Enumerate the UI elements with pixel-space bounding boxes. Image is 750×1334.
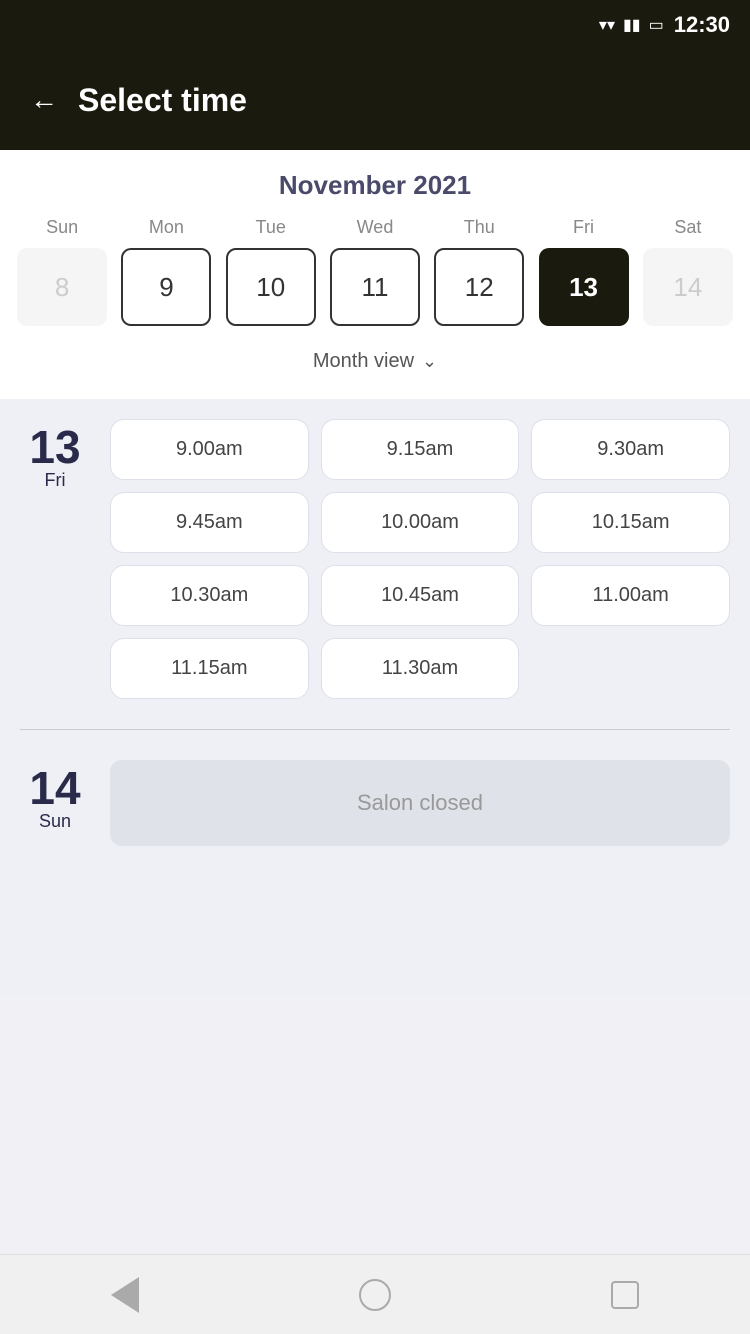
status-time: 12:30 xyxy=(674,12,730,38)
date-10[interactable]: 10 xyxy=(226,248,316,326)
calendar-section: November 2021 Sun Mon Tue Wed Thu Fri Sa… xyxy=(0,150,750,399)
weekday-sat: Sat xyxy=(643,217,733,238)
weekday-tue: Tue xyxy=(226,217,316,238)
back-icon xyxy=(111,1277,139,1313)
month-view-label: Month view xyxy=(313,350,414,373)
time-slots-section: 13 Fri 9.00am 9.15am 9.30am 9.45am 10.00… xyxy=(0,399,750,996)
date-12[interactable]: 12 xyxy=(434,248,524,326)
day-label-13: 13 Fri xyxy=(20,419,90,491)
nav-recents-button[interactable] xyxy=(607,1277,643,1313)
chevron-down-icon: ⌄ xyxy=(422,351,437,372)
time-slot-1045am[interactable]: 10.45am xyxy=(321,565,520,626)
status-bar: ▾▾ ▮▮ ▭ 12:30 xyxy=(0,0,750,50)
month-view-toggle[interactable]: Month view ⌄ xyxy=(0,340,750,389)
time-slot-900am[interactable]: 9.00am xyxy=(110,419,309,480)
salon-closed-message: Salon closed xyxy=(110,760,730,846)
time-grid-13: 9.00am 9.15am 9.30am 9.45am 10.00am 10.1… xyxy=(110,419,730,699)
day-row-13: 13 Fri 9.00am 9.15am 9.30am 9.45am 10.00… xyxy=(20,419,730,699)
time-slot-1015am[interactable]: 10.15am xyxy=(531,492,730,553)
battery-icon: ▭ xyxy=(649,15,664,35)
time-slot-1000am[interactable]: 10.00am xyxy=(321,492,520,553)
back-button[interactable]: ← xyxy=(30,84,58,116)
week-dates-row: 8 9 10 11 12 13 14 xyxy=(0,248,750,326)
wifi-icon: ▾▾ xyxy=(599,15,615,35)
time-slot-915am[interactable]: 9.15am xyxy=(321,419,520,480)
status-icons: ▾▾ ▮▮ ▭ xyxy=(599,15,664,35)
nav-back-button[interactable] xyxy=(107,1277,143,1313)
date-14[interactable]: 14 xyxy=(643,248,733,326)
weekday-headers: Sun Mon Tue Wed Thu Fri Sat xyxy=(0,217,750,238)
time-slot-930am[interactable]: 9.30am xyxy=(531,419,730,480)
bottom-navigation xyxy=(0,1254,750,1334)
weekday-wed: Wed xyxy=(330,217,420,238)
day-separator xyxy=(20,729,730,730)
time-slot-1130am[interactable]: 11.30am xyxy=(321,638,520,699)
weekday-fri: Fri xyxy=(539,217,629,238)
weekday-mon: Mon xyxy=(121,217,211,238)
time-slot-945am[interactable]: 9.45am xyxy=(110,492,309,553)
time-slot-1115am[interactable]: 11.15am xyxy=(110,638,309,699)
page-title: Select time xyxy=(78,82,247,119)
day-name-14: Sun xyxy=(20,811,90,832)
month-year-label: November 2021 xyxy=(0,170,750,201)
time-slot-1030am[interactable]: 10.30am xyxy=(110,565,309,626)
time-slot-1100am[interactable]: 11.00am xyxy=(531,565,730,626)
home-icon xyxy=(359,1279,391,1311)
weekday-thu: Thu xyxy=(434,217,524,238)
day-row-14: 14 Sun Salon closed xyxy=(20,760,730,846)
recents-icon xyxy=(611,1281,639,1309)
date-13[interactable]: 13 xyxy=(539,248,629,326)
day-name-13: Fri xyxy=(20,470,90,491)
nav-home-button[interactable] xyxy=(357,1277,393,1313)
weekday-sun: Sun xyxy=(17,217,107,238)
date-9[interactable]: 9 xyxy=(121,248,211,326)
date-8[interactable]: 8 xyxy=(17,248,107,326)
signal-icon: ▮▮ xyxy=(623,15,641,35)
day-number-13: 13 xyxy=(20,424,90,470)
day-label-14: 14 Sun xyxy=(20,760,90,832)
app-header: ← Select time xyxy=(0,50,750,150)
date-11[interactable]: 11 xyxy=(330,248,420,326)
day-number-14: 14 xyxy=(20,765,90,811)
